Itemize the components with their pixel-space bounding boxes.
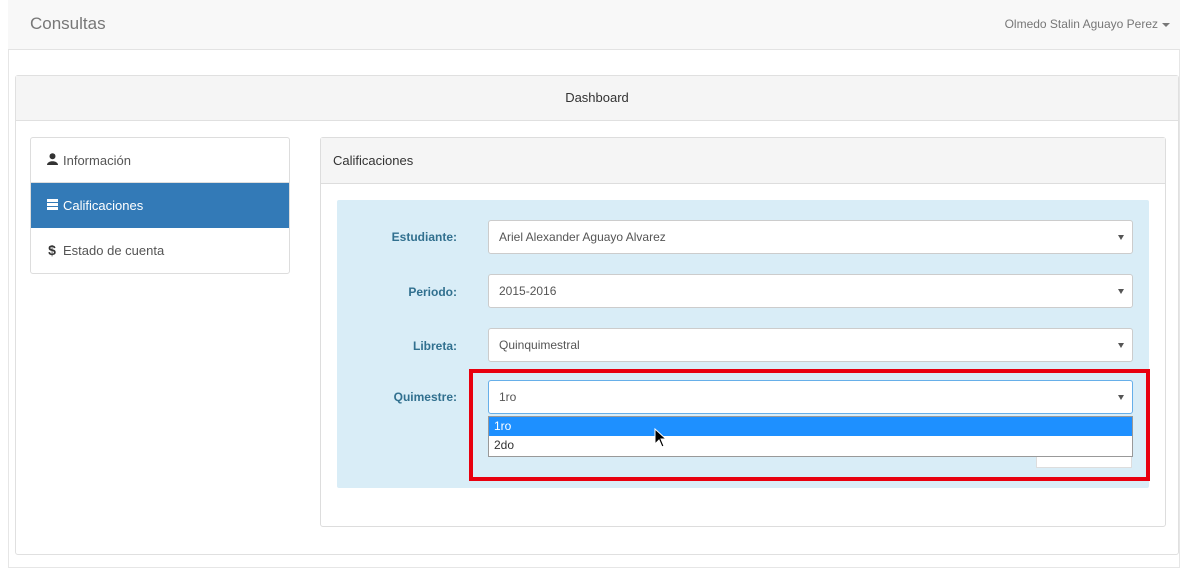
dropdown-arrow-icon	[1118, 289, 1124, 294]
highlight-box	[469, 369, 1150, 481]
caret-down-icon	[1162, 22, 1170, 27]
estudiante-value: Ariel Alexander Aguayo Alvarez	[499, 230, 666, 244]
quimestre-label: Quimestre:	[393, 390, 457, 404]
periodo-select[interactable]: 2015-2016	[488, 274, 1133, 308]
dropdown-arrow-icon	[1118, 343, 1124, 348]
libreta-label: Libreta:	[412, 339, 457, 353]
calificaciones-heading: Calificaciones	[321, 138, 1165, 184]
sidebar-item-estado-cuenta[interactable]: $ Estado de cuenta	[31, 228, 289, 273]
user-menu[interactable]: Olmedo Stalin Aguayo Perez	[1005, 17, 1170, 31]
user-icon	[45, 139, 59, 184]
sidebar-menu: Información Calificaciones $ Estado de cu…	[30, 137, 290, 274]
sidebar-item-informacion[interactable]: Información	[31, 138, 289, 183]
list-icon	[45, 184, 59, 229]
sidebar-item-label: Calificaciones	[63, 198, 144, 213]
dollar-icon: $	[48, 242, 56, 258]
mouse-cursor-icon	[654, 427, 668, 451]
sidebar-item-label: Información	[63, 153, 131, 168]
libreta-value: Quinquimestral	[499, 338, 580, 352]
sidebar-item-label: Estado de cuenta	[63, 243, 165, 258]
estudiante-select[interactable]: Ariel Alexander Aguayo Alvarez	[488, 220, 1133, 254]
dashboard-heading: Dashboard	[16, 76, 1178, 121]
sidebar-item-calificaciones[interactable]: Calificaciones	[31, 183, 289, 228]
periodo-label: Periodo:	[408, 285, 457, 299]
libreta-select[interactable]: Quinquimestral	[488, 328, 1133, 362]
periodo-value: 2015-2016	[499, 284, 557, 298]
estudiante-label: Estudiante:	[391, 230, 457, 244]
dropdown-arrow-icon	[1118, 235, 1124, 240]
brand-title[interactable]: Consultas	[30, 14, 106, 34]
user-name: Olmedo Stalin Aguayo Perez	[1004, 17, 1158, 31]
top-navbar: Consultas Olmedo Stalin Aguayo Perez	[8, 0, 1180, 50]
